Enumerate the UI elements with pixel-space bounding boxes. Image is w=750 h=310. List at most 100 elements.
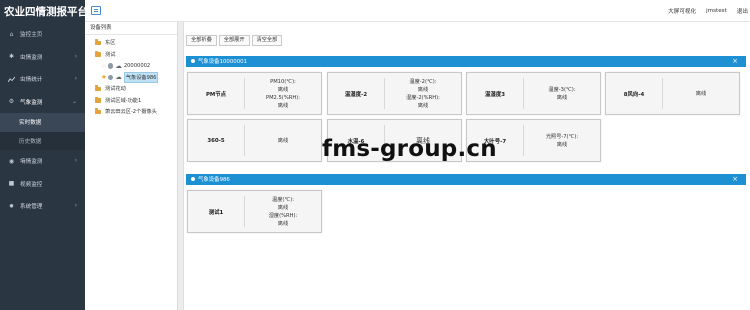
- tree-node[interactable]: ☆ ☁ 20000002: [85, 60, 177, 72]
- sensor-line: 离线: [277, 102, 289, 109]
- sensor-values: 温度(℃): 离线 湿度(%RH): 离线: [245, 191, 321, 232]
- sidebar-item-pest-monitor[interactable]: ✱ 虫情监测 ›: [0, 46, 85, 69]
- globe-icon: ◉: [8, 157, 15, 165]
- sidebar-item-video[interactable]: ■ 视频监控: [0, 173, 85, 196]
- panel-title: 气象设备986: [198, 177, 230, 184]
- watermark: fms-group.cn: [322, 136, 497, 162]
- chevron-right-icon: ›: [74, 75, 77, 82]
- sidebar-item-label: 视频监控: [20, 181, 43, 188]
- sensor-values: 离线: [663, 73, 739, 114]
- tree-title: 设备列表: [85, 22, 177, 35]
- sensor-line: 温度(℃):: [272, 196, 294, 203]
- sensor-name: 8风向-4: [606, 78, 663, 109]
- sensor-line: 离线: [417, 86, 429, 93]
- header-links: 大屏可视化 jmstest 退出: [668, 0, 750, 22]
- video-icon: ■: [8, 180, 15, 188]
- chevron-right-icon: ›: [74, 52, 77, 60]
- sensor-values: PM10(℃): 离线 PM2.5(%RH): 离线: [245, 73, 321, 114]
- sidebar-item-system[interactable]: ✹ 系统管理 ›: [0, 195, 85, 218]
- chevron-right-icon: ›: [74, 157, 77, 164]
- tree-node-label: 萧云田云区-2个摄像头: [105, 109, 157, 116]
- top-bar: 大屏可视化 jmstest 退出: [85, 0, 750, 22]
- tree-node[interactable]: 萧云田云区-2个摄像头: [85, 106, 177, 118]
- sensor-values: 光照号-7(℃): 离线: [524, 120, 600, 161]
- sidebar-item-weather[interactable]: ⚙ 气象监测 ⌄: [0, 91, 85, 114]
- close-icon[interactable]: ×: [732, 57, 738, 65]
- status-dot-icon: [191, 59, 195, 64]
- sensor-card[interactable]: 温湿度-2 温度-2(℃): 离线 湿度-2(%RH): 离线: [327, 72, 462, 115]
- status-dot-icon: [191, 177, 195, 182]
- sensor-card[interactable]: 360-5 离线: [187, 119, 322, 162]
- tree-node-label: 20000002: [123, 62, 151, 69]
- gear-icon: ⚙: [8, 98, 15, 106]
- app-title: 农业四情测报平台: [4, 5, 88, 18]
- sensor-line: 离线: [277, 86, 289, 93]
- tree-node[interactable]: 东区: [85, 37, 177, 49]
- sidebar-menu: ⌂ 监控主页 ✱ 虫情监测 › 虫情统计 › ⚙ 气象监测 ⌄ 实时数据 历史数…: [0, 23, 85, 218]
- sidebar-item-soil[interactable]: ◉ 墒情监测 ›: [0, 150, 85, 173]
- sidebar-item-label: 监控主页: [20, 32, 43, 39]
- tree-node-label: 测试花动: [105, 86, 126, 93]
- sensor-name: PM节点: [188, 78, 245, 109]
- tree-node-selected[interactable]: ★ ☁ 气象设备986: [85, 71, 177, 84]
- sidebar-item-pest-stats[interactable]: 虫情统计 ›: [0, 68, 85, 91]
- tree-node[interactable]: 测试: [85, 49, 177, 61]
- expand-all-button[interactable]: 全部展开: [218, 35, 250, 46]
- sensor-line: 湿度(%RH):: [268, 212, 298, 219]
- panel-title: 气象设备10000001: [198, 59, 248, 66]
- sensor-line: 离线: [417, 102, 429, 109]
- logout-link[interactable]: 退出: [737, 7, 748, 15]
- bug-icon: ✱: [8, 53, 15, 61]
- folder-icon: [95, 50, 101, 57]
- menu-toggle-icon[interactable]: [91, 6, 101, 15]
- chevron-right-icon: ›: [74, 202, 77, 209]
- star-icon[interactable]: ★: [101, 74, 107, 81]
- sensor-card[interactable]: PM节点 PM10(℃): 离线 PM2.5(%RH): 离线: [187, 72, 322, 115]
- tree-node[interactable]: 测试区域-功能1: [85, 95, 177, 107]
- sidebar-item-home[interactable]: ⌂ 监控主页: [0, 23, 85, 46]
- weather-submenu: 实时数据 历史数据: [0, 113, 85, 150]
- folder-icon: [95, 108, 101, 114]
- sensor-name: 测试1: [188, 196, 245, 227]
- close-icon[interactable]: ×: [732, 175, 738, 183]
- sidebar-item-history-data[interactable]: 历史数据: [0, 132, 85, 151]
- sensor-card[interactable]: 8风向-4 离线: [605, 72, 740, 115]
- cloud-icon: ☁: [115, 61, 122, 70]
- sidebar-item-label: 气象监测: [20, 99, 43, 106]
- sidebar-item-label: 虫情监测: [20, 54, 43, 61]
- device-icon: [107, 63, 114, 69]
- home-icon: ⌂: [9, 30, 14, 38]
- settings-icon: ✹: [8, 202, 15, 210]
- user-name[interactable]: jmstest: [706, 8, 727, 14]
- tree-node[interactable]: 测试花动: [85, 83, 177, 95]
- collapse-all-button[interactable]: 全部折叠: [186, 35, 217, 46]
- chart-icon: [8, 76, 15, 83]
- main-content: 全部折叠 全部展开 清空全部 气象设备10000001 × PM节点 PM10(…: [184, 22, 750, 310]
- sensor-line: 离线: [556, 141, 568, 148]
- sensor-values: 离线: [245, 120, 321, 161]
- sensor-line: 离线: [277, 220, 289, 227]
- device-tree: 设备列表 东区 测试 ☆ ☁ 20000002 ★ ☁ 气象设备986 测试花动: [85, 22, 178, 310]
- sidebar-item-label: 虫情统计: [20, 77, 43, 84]
- sensor-card[interactable]: 温湿度3 温度-3(℃): 离线: [466, 72, 601, 115]
- sensor-values: 温度-3(℃): 离线: [524, 73, 600, 114]
- star-icon[interactable]: ☆: [101, 62, 107, 70]
- tree-node-label: 测试区域-功能1: [105, 97, 142, 104]
- tree-node-label: 气象设备986: [123, 71, 159, 83]
- device-icon: [107, 74, 114, 80]
- sidebar-item-realtime-data[interactable]: 实时数据: [0, 113, 85, 132]
- device-panel-header[interactable]: 气象设备986 ×: [186, 174, 746, 185]
- folder-icon: [95, 85, 101, 91]
- big-screen-link[interactable]: 大屏可视化: [668, 7, 696, 15]
- sensor-line: 离线: [277, 137, 289, 144]
- sensor-name: 360-5: [188, 125, 245, 156]
- device-panel-header[interactable]: 气象设备10000001 ×: [186, 56, 746, 67]
- sensor-line: PM10(℃):: [270, 78, 296, 85]
- sensor-line: 温度-2(℃):: [409, 78, 437, 85]
- clear-all-button[interactable]: 清空全部: [251, 35, 283, 46]
- sidebar: 农业四情测报平台 ⌂ 监控主页 ✱ 虫情监测 › 虫情统计 › ⚙ 气象监测 ⌄…: [0, 0, 88, 310]
- sensor-line: 离线: [556, 94, 568, 101]
- sensor-card[interactable]: 测试1 温度(℃): 离线 湿度(%RH): 离线: [187, 190, 322, 233]
- sidebar-item-label: 系统管理: [20, 204, 43, 211]
- sensor-name: 温湿度3: [467, 78, 524, 109]
